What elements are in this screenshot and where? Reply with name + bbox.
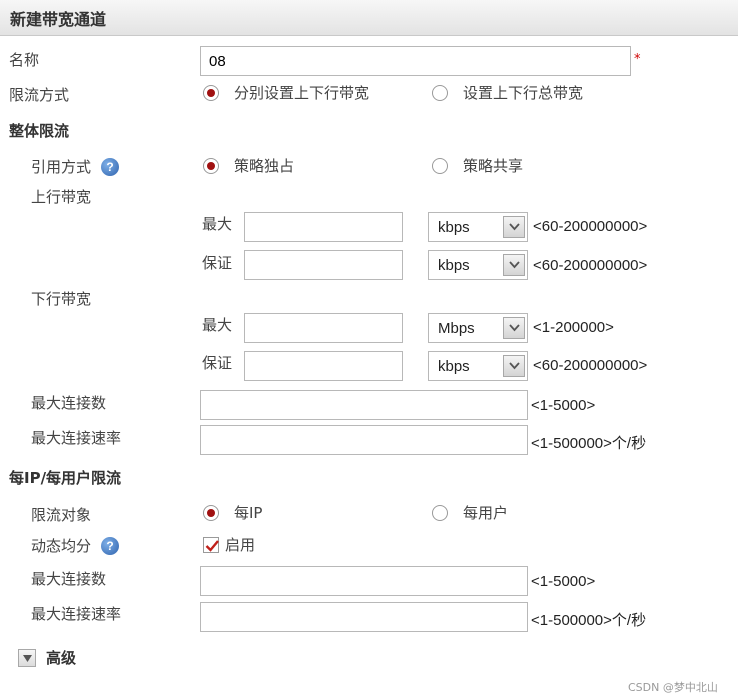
upstream-guarantee-unit-select[interactable]: kbps — [428, 250, 528, 280]
downstream-guarantee-range: <60-200000000> — [533, 357, 648, 374]
dialog-header: 新建带宽通道 — [0, 0, 738, 36]
radio-policy-shared[interactable] — [432, 158, 448, 174]
radio-policy-shared-label: 策略共享 — [463, 157, 524, 175]
per-max-connection-rate-range: <1-500000>个/秒 — [531, 612, 647, 629]
downstream-max-unit-select[interactable]: Mbps — [428, 313, 528, 343]
triangle-down-icon — [23, 655, 32, 662]
upstream-max-unit-value: kbps — [438, 219, 470, 236]
radio-total-bandwidth-label: 设置上下行总带宽 — [463, 84, 584, 102]
downstream-bandwidth-label: 下行带宽 — [31, 290, 92, 308]
upstream-max-unit-select[interactable]: kbps — [428, 212, 528, 242]
per-max-connection-rate-input[interactable] — [200, 602, 528, 632]
advanced-label[interactable]: 高级 — [46, 648, 76, 668]
enable-checkbox[interactable] — [203, 537, 219, 553]
radio-separate-bandwidth-label: 分别设置上下行带宽 — [234, 84, 370, 102]
downstream-guarantee-unit-value: kbps — [438, 358, 470, 375]
upstream-guarantee-label: 保证 — [202, 254, 233, 272]
overall-max-connections-label: 最大连接数 — [31, 394, 107, 412]
upstream-bandwidth-label: 上行带宽 — [31, 188, 92, 206]
downstream-max-input[interactable] — [244, 313, 403, 343]
radio-policy-exclusive-label: 策略独占 — [234, 157, 295, 175]
radio-per-user[interactable] — [432, 505, 448, 521]
radio-total-bandwidth[interactable] — [432, 85, 448, 101]
overall-max-connection-rate-range: <1-500000>个/秒 — [531, 435, 647, 452]
name-input[interactable] — [200, 46, 631, 76]
chevron-down-icon[interactable] — [503, 355, 525, 377]
per-max-connections-input[interactable] — [200, 566, 528, 596]
watermark: CSDN @梦中北山 — [628, 681, 718, 694]
advanced-toggle[interactable] — [18, 649, 36, 667]
limit-mode-label: 限流方式 — [9, 86, 70, 104]
overall-max-connection-rate-input[interactable] — [200, 425, 528, 455]
radio-per-user-label: 每用户 — [463, 504, 509, 522]
dynamic-share-label: 动态均分 — [31, 537, 92, 555]
overall-max-connections-input[interactable] — [200, 390, 528, 420]
per-max-connections-label: 最大连接数 — [31, 570, 107, 588]
per-max-connection-rate-label: 最大连接速率 — [31, 605, 122, 623]
downstream-guarantee-unit-select[interactable]: kbps — [428, 351, 528, 381]
reference-mode-label: 引用方式 — [31, 158, 92, 176]
radio-per-ip-label: 每IP — [234, 504, 263, 522]
overall-max-connections-range: <1-5000> — [531, 397, 596, 414]
upstream-guarantee-range: <60-200000000> — [533, 257, 648, 274]
upstream-max-label: 最大 — [202, 215, 233, 233]
per-max-connections-range: <1-5000> — [531, 573, 596, 590]
radio-separate-bandwidth[interactable] — [203, 85, 219, 101]
radio-per-ip[interactable] — [203, 505, 219, 521]
enable-checkbox-label: 启用 — [225, 536, 256, 554]
overall-max-connection-rate-label: 最大连接速率 — [31, 429, 122, 447]
upstream-guarantee-unit-value: kbps — [438, 257, 470, 274]
chevron-down-icon[interactable] — [503, 216, 525, 238]
radio-policy-exclusive[interactable] — [203, 158, 219, 174]
help-icon[interactable]: ? — [101, 537, 119, 555]
upstream-max-range: <60-200000000> — [533, 218, 648, 235]
downstream-max-label: 最大 — [202, 316, 233, 334]
upstream-guarantee-input[interactable] — [244, 250, 403, 280]
downstream-max-range: <1-200000> — [533, 319, 614, 336]
downstream-guarantee-label: 保证 — [202, 354, 233, 372]
check-icon — [205, 540, 219, 552]
help-icon[interactable]: ? — [101, 158, 119, 176]
dialog-title: 新建带宽通道 — [10, 10, 107, 29]
overall-limit-section-title: 整体限流 — [9, 122, 70, 140]
downstream-guarantee-input[interactable] — [244, 351, 403, 381]
per-limit-section-title: 每IP/每用户限流 — [9, 469, 122, 487]
name-label: 名称 — [9, 51, 40, 69]
limit-target-label: 限流对象 — [31, 506, 92, 524]
required-mark: * — [634, 52, 641, 67]
downstream-max-unit-value: Mbps — [438, 320, 475, 337]
chevron-down-icon[interactable] — [503, 254, 525, 276]
upstream-max-input[interactable] — [244, 212, 403, 242]
chevron-down-icon[interactable] — [503, 317, 525, 339]
